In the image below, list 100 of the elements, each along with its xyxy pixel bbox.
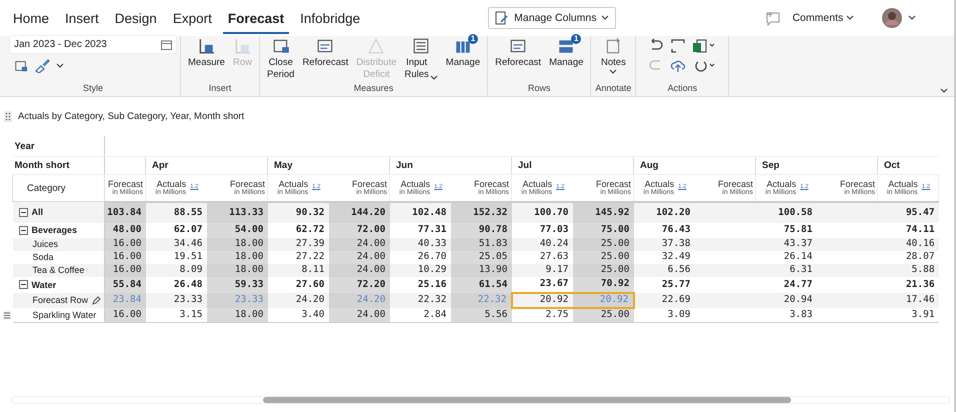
measure-header: Actuals xyxy=(522,179,552,190)
table-cell: 28.07 xyxy=(906,251,935,262)
table-cell: 27.39 xyxy=(296,238,324,249)
table-cell: 18.00 xyxy=(234,264,264,275)
table-cell: 24.77 xyxy=(784,278,812,290)
month-header: Jul xyxy=(512,156,634,174)
measure-header: Forecast xyxy=(230,179,265,190)
count-badge: 1 xyxy=(468,34,478,44)
table-cell: 3.15 xyxy=(180,308,202,320)
month-header: Oct xyxy=(878,156,939,174)
table-cell: 77.31 xyxy=(418,224,446,235)
table-cell: 102.48 xyxy=(412,206,446,218)
measure-header: Forecast xyxy=(596,179,631,190)
count-badge: 1 xyxy=(571,34,582,44)
ribbon-tab[interactable]: Insert xyxy=(60,2,104,34)
ribbon-button[interactable]: Measure xyxy=(185,36,228,70)
month-header: Jun xyxy=(390,156,512,174)
table-cell: 26.48 xyxy=(174,278,202,290)
table-cell: 70.92 xyxy=(600,278,630,289)
comments-button[interactable]: Comments xyxy=(788,9,858,27)
measure-header: Actuals xyxy=(888,179,918,190)
table-cell: 22.32 xyxy=(418,294,446,305)
table-cell: 8.11 xyxy=(302,264,324,275)
measure-header: Forecast xyxy=(352,179,387,190)
table-cell: 25.00 xyxy=(600,238,630,249)
table-cell: 20.92 xyxy=(540,294,568,305)
measure-header: Actuals xyxy=(278,179,308,190)
ribbon-button[interactable]: Notes xyxy=(598,36,629,76)
measure-header: Actuals xyxy=(766,179,796,190)
table-cell: 17.46 xyxy=(906,294,935,305)
table-cell: 37.38 xyxy=(662,238,690,249)
table-cell: 26.14 xyxy=(784,251,812,262)
ribbon-button[interactable]: Reforecast xyxy=(299,36,352,70)
table-cell: 22.32 xyxy=(478,294,506,305)
manage-columns-button[interactable]: Manage Columns xyxy=(488,7,616,29)
table-cell: 23.84 xyxy=(112,294,142,305)
ribbon-tab[interactable]: Infobridge xyxy=(295,2,366,34)
table-cell: 48.00 xyxy=(112,224,142,235)
table-cell: 3.83 xyxy=(790,308,812,320)
ribbon-button[interactable]: Reforecast xyxy=(492,36,544,70)
table-cell: 25.77 xyxy=(662,278,690,290)
table-cell: 40.16 xyxy=(906,238,935,249)
table-cell: 10.29 xyxy=(418,264,446,275)
measure-header: Forecast xyxy=(840,179,875,190)
ribbon-button[interactable]: 1 Manage xyxy=(546,36,586,70)
ribbon-button[interactable]: Close Period xyxy=(264,36,298,82)
group-label: Actions xyxy=(668,83,698,95)
group-label: Rows xyxy=(528,83,551,95)
table-cell: 20.92 xyxy=(600,294,628,305)
table-cell: 40.24 xyxy=(540,238,568,249)
row-label: Water xyxy=(32,278,56,290)
row-label: Tea & Coffee xyxy=(32,264,84,276)
table-cell: 59.33 xyxy=(234,278,264,290)
row-label: Forecast Row xyxy=(32,294,88,306)
table-cell: 19.51 xyxy=(174,251,202,262)
table-cell: 77.03 xyxy=(540,224,568,235)
ribbon-tab[interactable]: Home xyxy=(8,2,54,34)
measure-header: Actuals xyxy=(400,179,430,190)
measure-header: Actuals xyxy=(156,179,186,190)
group-label: Style xyxy=(82,83,103,95)
table-cell: 27.60 xyxy=(296,278,324,290)
table-cell: 51.83 xyxy=(478,238,508,249)
table-cell: 2.84 xyxy=(424,308,446,320)
table-cell: 16.00 xyxy=(112,238,142,249)
month-header: May xyxy=(268,156,390,174)
table-cell: 16.00 xyxy=(112,251,142,262)
table-cell: 23.67 xyxy=(540,278,568,289)
report-title: Actuals by Category, Sub Category, Year, Month short xyxy=(18,110,244,122)
table-cell: 90.32 xyxy=(296,206,324,218)
table-cell: 102.20 xyxy=(656,206,690,218)
ribbon-tab[interactable]: Export xyxy=(168,2,217,34)
table-cell: 72.20 xyxy=(356,278,386,290)
measure-header: Actuals xyxy=(644,179,674,190)
table-cell: 25.00 xyxy=(600,264,630,275)
table-cell: 5.56 xyxy=(484,308,508,320)
month-header: Apr xyxy=(146,156,268,174)
table-cell: 18.00 xyxy=(234,238,264,249)
ribbon-tab[interactable]: Design xyxy=(110,2,162,34)
table-cell: 27.22 xyxy=(296,251,324,262)
table-cell: 24.00 xyxy=(356,264,386,275)
table-cell: 75.81 xyxy=(784,224,812,235)
month-header: Sep xyxy=(756,156,878,174)
table-cell: 145.92 xyxy=(595,206,630,218)
table-cell: 9.17 xyxy=(546,264,568,275)
table-cell: 113.33 xyxy=(229,206,264,218)
table-cell: 88.55 xyxy=(174,206,202,218)
date-range-field[interactable]: Jan 2023 - Dec 2023 xyxy=(10,36,176,53)
row-label: Sparkling Water xyxy=(32,308,96,320)
row-header-label: Year xyxy=(12,136,104,156)
ribbon-tab[interactable]: Forecast xyxy=(222,2,290,34)
ribbon-button[interactable]: Input Rules xyxy=(402,36,441,82)
table-cell: 34.46 xyxy=(174,238,202,249)
table-cell: 6.56 xyxy=(668,264,690,275)
table-cell: 40.33 xyxy=(418,238,446,249)
table-cell: 54.00 xyxy=(234,224,264,235)
ribbon-button[interactable]: 1 Manage xyxy=(442,36,484,70)
table-cell: 62.07 xyxy=(174,224,202,235)
table-cell: 24.20 xyxy=(296,294,324,305)
table-cell: 25.00 xyxy=(600,251,630,262)
table-cell: 3.40 xyxy=(302,308,324,320)
